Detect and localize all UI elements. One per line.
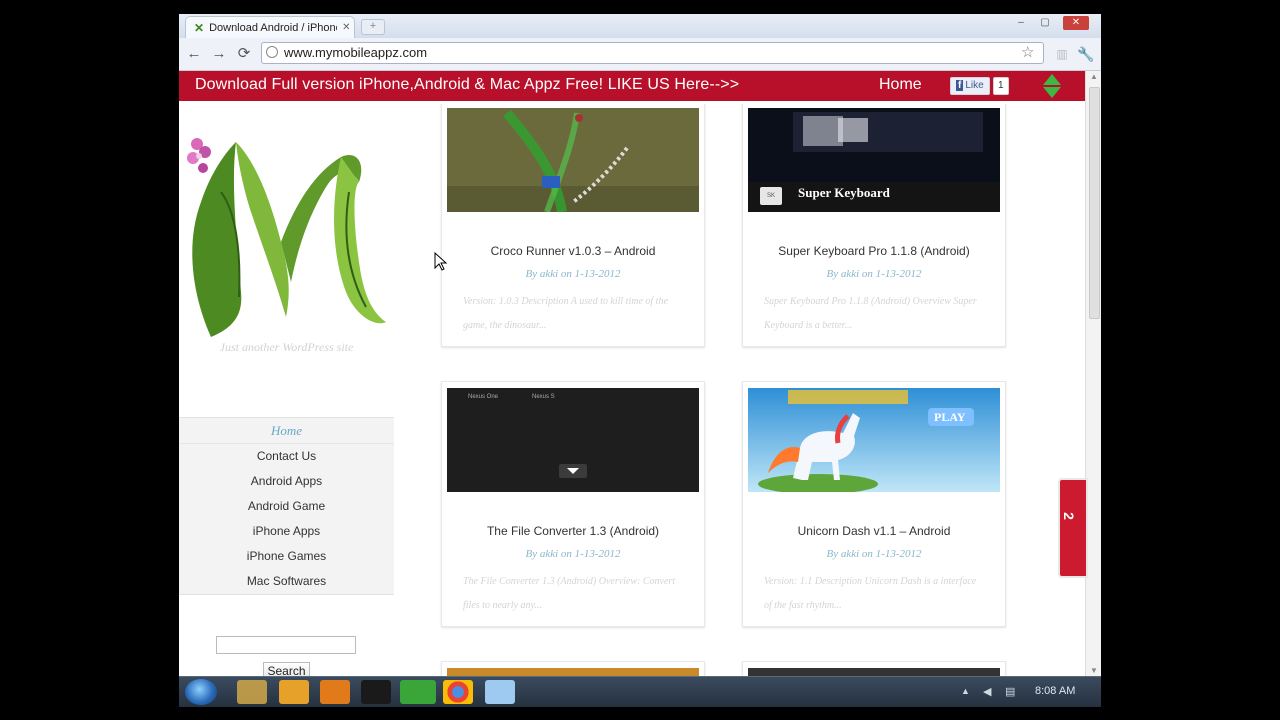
back-icon[interactable]: ← [184, 44, 204, 64]
facebook-like-count: 1 [993, 77, 1009, 95]
post-thumbnail[interactable] [748, 668, 1000, 676]
minimize-button[interactable]: – [1011, 16, 1031, 30]
mouse-cursor-icon [434, 252, 448, 271]
browser-toolbar: ← → ⟳ www.mymobileappz.com ☆ ▥ 🔧 [179, 38, 1101, 71]
promo-banner: Download Full version iPhone,Android & M… [179, 71, 1085, 101]
post-title[interactable]: The File Converter 1.3 (Android) [442, 524, 704, 538]
post-excerpt: Version: 1.1 Description Unicorn Dash is… [764, 576, 977, 611]
sidebar-menu: Home Contact Us Android Apps Android Gam… [179, 417, 394, 595]
sidebar-item-iphone-apps[interactable]: iPhone Apps [179, 519, 394, 544]
page-scrollbar[interactable]: ▲ ▼ [1085, 71, 1101, 676]
super-keyboard-caption: Super Keyboard [798, 185, 890, 200]
scroll-up-icon[interactable]: ▲ [1090, 72, 1098, 81]
sidebar-item-android-apps[interactable]: Android Apps [179, 469, 394, 494]
post-excerpt: The File Converter 1.3 (Android) Overvie… [463, 576, 676, 611]
sidebar-item-mac-softwares[interactable]: Mac Softwares [179, 569, 394, 594]
post-grid: Croco Runner v1.0.3 – Android By akki on… [394, 104, 1085, 676]
post-card-partial [441, 661, 705, 676]
reload-icon[interactable]: ⟳ [234, 44, 254, 64]
chrome-taskbar-icon[interactable] [443, 680, 473, 704]
nexus-one-label: Nexus One [468, 394, 499, 400]
scroll-down-icon[interactable]: ▼ [1090, 666, 1098, 675]
tray-arrow-icon[interactable]: ▲ [961, 686, 970, 696]
browser-window: ✕ Download Android / iPhone ✕ + – ▢ ✕ ← … [179, 14, 1101, 706]
tab-close-icon[interactable]: ✕ [342, 22, 350, 33]
search-input[interactable] [216, 636, 356, 654]
network-icon[interactable]: ▤ [1005, 685, 1015, 698]
star-icon[interactable]: ☆ [1021, 43, 1034, 61]
side-tab-label: 2 [1060, 512, 1077, 520]
browser-tab[interactable]: ✕ Download Android / iPhone ✕ [185, 16, 355, 38]
close-window-button[interactable]: ✕ [1063, 16, 1089, 30]
scroll-arrows-icon[interactable] [1042, 73, 1062, 99]
app-taskbar-icon[interactable] [361, 680, 391, 704]
sidebar-item-home[interactable]: Home [179, 418, 394, 444]
post-thumbnail[interactable] [748, 388, 1000, 492]
notepad-taskbar-icon[interactable] [485, 680, 515, 704]
start-button[interactable] [185, 679, 217, 705]
post-byline: By akki on 1-13-2012 [826, 548, 922, 560]
vlc-taskbar-icon[interactable] [320, 680, 350, 704]
wrench-icon[interactable]: 🔧 [1076, 44, 1096, 64]
nexus-s-label: Nexus S [532, 394, 555, 400]
post-card-croco-runner: Croco Runner v1.0.3 – Android By akki on… [441, 104, 705, 347]
new-tab-button[interactable]: + [361, 19, 385, 35]
post-excerpt: Super Keyboard Pro 1.1.8 (Android) Overv… [764, 296, 977, 331]
post-title[interactable]: Unicorn Dash v1.1 – Android [743, 524, 1005, 538]
explorer-taskbar-icon[interactable] [237, 680, 267, 704]
url-text: www.mymobileappz.com [284, 45, 428, 60]
post-title[interactable]: Croco Runner v1.0.3 – Android [442, 244, 704, 258]
sidebar-item-android-game[interactable]: Android Game [179, 494, 394, 519]
post-thumbnail[interactable] [447, 388, 699, 492]
globe-icon [266, 46, 278, 58]
facebook-like-button[interactable]: f Like [950, 77, 990, 95]
banner-home-link[interactable]: Home [879, 76, 922, 94]
post-card-file-converter: Nexus One Nexus S The File Converter 1.3… [441, 381, 705, 627]
post-thumbnail[interactable] [447, 108, 699, 212]
tab-title: Download Android / iPhone [209, 21, 338, 34]
media-player-taskbar-icon[interactable] [279, 680, 309, 704]
post-thumbnail[interactable] [447, 668, 699, 676]
system-clock[interactable]: 8:08 AM [1035, 685, 1075, 697]
floating-side-tab[interactable]: 2 [1058, 478, 1088, 578]
post-card-partial [742, 661, 1006, 676]
maximize-button[interactable]: ▢ [1035, 16, 1055, 30]
site-tagline: Just another WordPress site [219, 340, 354, 354]
unicorn-play-label: PLAY [934, 410, 966, 424]
sidebar-item-contact-us[interactable]: Contact Us [179, 444, 394, 469]
address-bar[interactable]: www.mymobileappz.com [261, 42, 1044, 64]
facebook-like-label: Like [965, 80, 984, 91]
sidebar: Just another WordPress site Home Contact… [179, 104, 394, 680]
post-excerpt: Version: 1.0.3 Description A used to kil… [463, 296, 668, 331]
site-logo[interactable] [181, 122, 391, 337]
active-app-taskbar-icon[interactable] [400, 680, 436, 704]
super-keyboard-badge: SK [760, 187, 782, 205]
post-byline: By akki on 1-13-2012 [525, 548, 621, 560]
extension-icon[interactable]: ▥ [1052, 44, 1072, 64]
post-card-unicorn-dash: PLAY Unicorn Dash v1.1 – Android By akki… [742, 381, 1006, 627]
os-taskbar: ▲ ◀ ▤ 8:08 AM [179, 676, 1101, 707]
tab-strip: ✕ Download Android / iPhone ✕ + – ▢ ✕ [179, 14, 1101, 38]
post-byline: By akki on 1-13-2012 [525, 268, 621, 280]
forward-icon[interactable]: → [209, 44, 229, 64]
banner-message: Download Full version iPhone,Android & M… [195, 76, 740, 93]
scrollbar-thumb[interactable] [1089, 87, 1100, 319]
post-card-super-keyboard: SK Super Keyboard Super Keyboard Pro 1.1… [742, 104, 1006, 347]
post-title[interactable]: Super Keyboard Pro 1.1.8 (Android) [743, 244, 1005, 258]
site-favicon-icon: ✕ [194, 20, 205, 35]
volume-icon[interactable]: ◀ [983, 685, 991, 698]
post-byline: By akki on 1-13-2012 [826, 268, 922, 280]
sidebar-item-iphone-games[interactable]: iPhone Games [179, 544, 394, 569]
